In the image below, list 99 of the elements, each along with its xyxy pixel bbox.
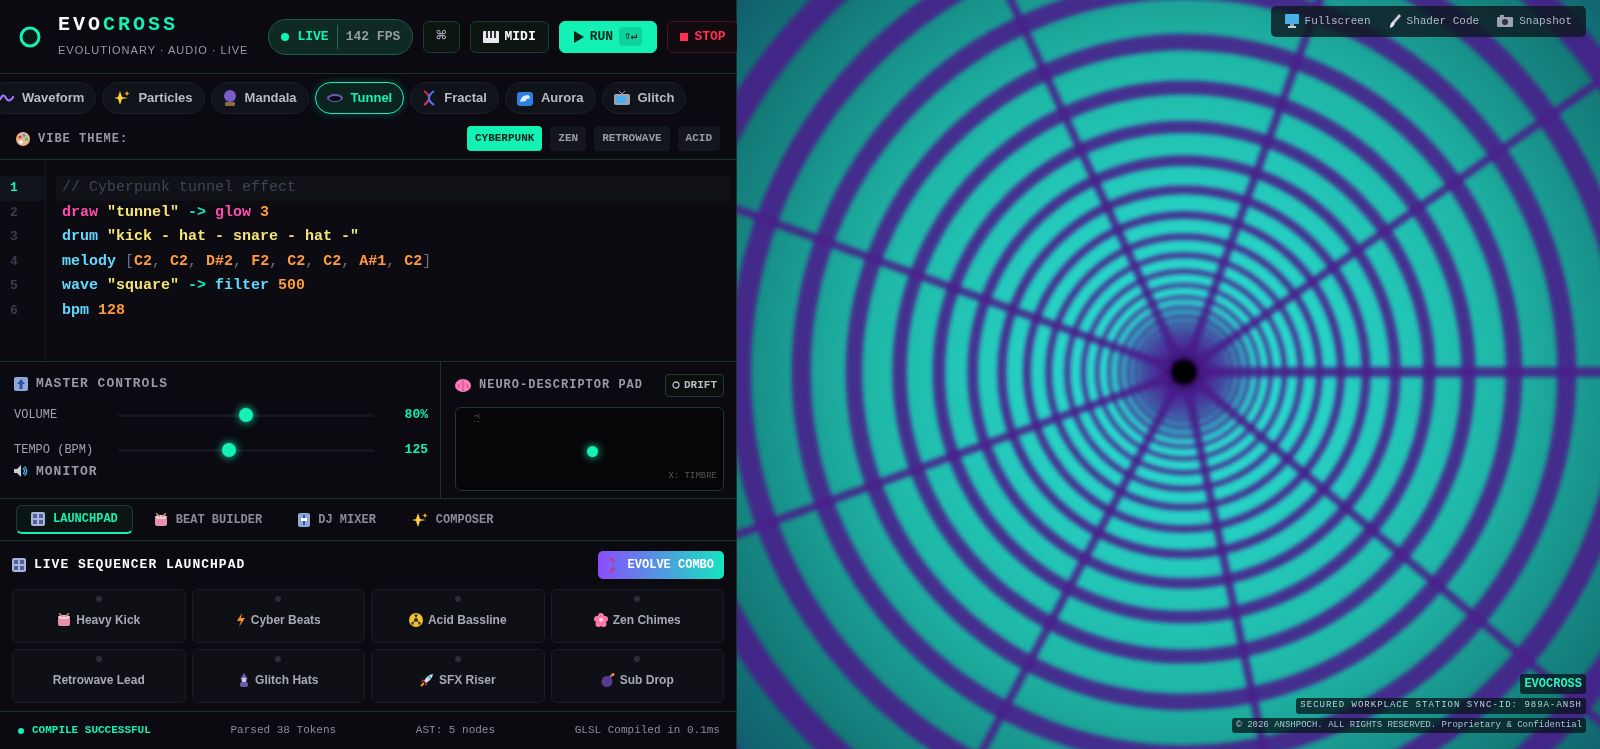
theme-option[interactable]: CYBERPUNK	[466, 126, 543, 151]
drum-icon	[153, 512, 168, 527]
slider-thumb[interactable]	[239, 408, 253, 422]
line-number: 3	[9, 228, 19, 246]
line-number: 1	[0, 176, 45, 201]
arrow-box-icon	[14, 376, 28, 391]
launch-pad[interactable]: Retrowave Lead	[12, 649, 186, 703]
bomb-icon	[600, 672, 615, 687]
brain-icon	[455, 378, 471, 392]
visual-tab[interactable]: Fractal	[410, 82, 499, 114]
line-number: 5	[9, 277, 19, 295]
theme-option[interactable]: ACID	[677, 126, 720, 151]
toolbar-button[interactable]: Shader Code	[1382, 10, 1486, 33]
pad-handle[interactable]	[587, 445, 598, 457]
camera-icon	[1497, 15, 1514, 28]
launch-pad[interactable]: Glitch Hats	[191, 649, 365, 703]
live-label: LIVE	[297, 27, 329, 46]
launch-pad[interactable]: Acid Bassline	[371, 589, 545, 643]
visual-tab[interactable]: Waveform	[0, 82, 97, 114]
slider-thumb[interactable]	[222, 443, 237, 457]
line-number: 2	[9, 203, 19, 222]
code-line: draw "tunnel" -> glow 3	[61, 202, 271, 223]
ring-icon	[672, 381, 680, 390]
grid-icon	[12, 558, 26, 572]
section-title: MASTER CONTROLS	[36, 375, 169, 393]
axis-label: Y:	[470, 412, 483, 424]
speaker-icon	[14, 465, 28, 478]
line-number: 6	[9, 301, 19, 320]
status-dot-icon	[18, 727, 24, 734]
grid-icon	[31, 512, 45, 526]
slider-value: 80%	[403, 406, 428, 425]
tool-tab[interactable]: DJ MIXER	[283, 505, 391, 534]
code-line: drum "kick - hat - snare - hat -"	[61, 227, 361, 247]
monitor-icon	[1284, 14, 1299, 29]
fps-counter: 142 FPS	[345, 27, 401, 46]
ast-info: AST: 5 nodes	[415, 723, 496, 739]
midi-button[interactable]: MIDI	[469, 20, 549, 53]
helix-icon	[422, 90, 437, 106]
flower-icon	[593, 612, 608, 627]
person-icon	[238, 672, 251, 687]
helix-icon	[607, 557, 622, 573]
visual-tab[interactable]: Glitch	[601, 82, 687, 114]
slider-value: 125	[403, 441, 428, 460]
launch-pad[interactable]: Heavy Kick	[12, 589, 186, 643]
toolbar-button[interactable]: Fullscreen	[1278, 10, 1377, 33]
slider-box-icon	[298, 512, 311, 527]
tool-tab[interactable]: LAUNCHPAD	[16, 505, 133, 534]
axis-label: X: TIMBRE	[668, 470, 717, 483]
app-tagline: EVOLUTIONARY · AUDIO · LIVE	[58, 42, 249, 58]
waveform-icon	[0, 92, 14, 104]
theme-option[interactable]: ZEN	[550, 126, 587, 151]
vibe-theme-label: VIBE THEME:	[38, 130, 129, 148]
wave-icon	[516, 90, 533, 106]
slider-label: TEMPO (BPM)	[14, 442, 95, 459]
toolbar-button[interactable]: Snapshot	[1491, 10, 1578, 33]
theme-option[interactable]: RETROWAVE	[594, 126, 670, 151]
code-line: bpm 128	[61, 300, 127, 321]
television-icon	[613, 90, 630, 106]
drift-button[interactable]: DRIFT	[665, 374, 724, 397]
command-button[interactable]: ⌘	[423, 20, 460, 53]
hazard-icon	[408, 612, 423, 627]
code-line: melody [C2, C2, D#2, F2, C2, C2, A#1, C2]	[61, 251, 433, 272]
sync-id-text: SECURED WORKPLACE STATION SYNC-ID: 989A-ANSH	[1296, 698, 1586, 714]
compile-time: GLSL Compiled in 0.1ms	[574, 723, 720, 739]
run-button[interactable]: RUN ⇧↵	[558, 20, 658, 53]
visual-tab[interactable]: Aurora	[504, 82, 596, 114]
launch-pad[interactable]: Zen Chimes	[550, 589, 724, 643]
footer-brand: EVOCROSS	[1520, 674, 1586, 694]
code-line: wave "square" -> filter 500	[61, 276, 307, 296]
play-icon	[573, 30, 584, 43]
visual-tab[interactable]: Particles	[102, 82, 205, 114]
section-title: LIVE SEQUENCER LAUNCHPAD	[34, 556, 246, 575]
launch-pad[interactable]: Sub Drop	[550, 649, 724, 703]
launch-pad[interactable]: SFX Riser	[371, 649, 545, 703]
lightning-icon	[235, 612, 246, 627]
stop-button[interactable]: STOP	[667, 20, 739, 53]
logo-ring-icon	[18, 24, 42, 49]
compile-status: COMPILE SUCCESSFUL	[32, 723, 151, 739]
hole-icon	[326, 93, 343, 103]
app-logo: EVOCROSS	[58, 14, 180, 35]
palette-icon	[16, 131, 30, 146]
slider-label: VOLUME	[14, 407, 59, 424]
sparkles-icon	[114, 90, 131, 106]
brush-icon	[1388, 14, 1401, 29]
sparkles-icon	[411, 511, 428, 528]
section-title: MONITOR	[36, 462, 98, 481]
piano-icon	[482, 30, 499, 43]
visual-tab[interactable]: Mandala	[210, 82, 309, 114]
line-number: 4	[9, 252, 19, 271]
token-count: Parsed 38 Tokens	[230, 723, 337, 739]
launch-pad[interactable]: Cyber Beats	[191, 589, 365, 643]
tool-tab[interactable]: COMPOSER	[396, 505, 509, 534]
tool-tab[interactable]: BEAT BUILDER	[138, 505, 278, 534]
drum-icon	[57, 612, 72, 627]
rocket-icon	[419, 672, 434, 687]
stop-square-icon	[680, 32, 689, 41]
crystal-ball-icon	[222, 90, 237, 106]
section-title: NEURO-DESCRIPTOR PAD	[479, 377, 644, 395]
visual-tab[interactable]: Tunnel	[314, 82, 405, 114]
